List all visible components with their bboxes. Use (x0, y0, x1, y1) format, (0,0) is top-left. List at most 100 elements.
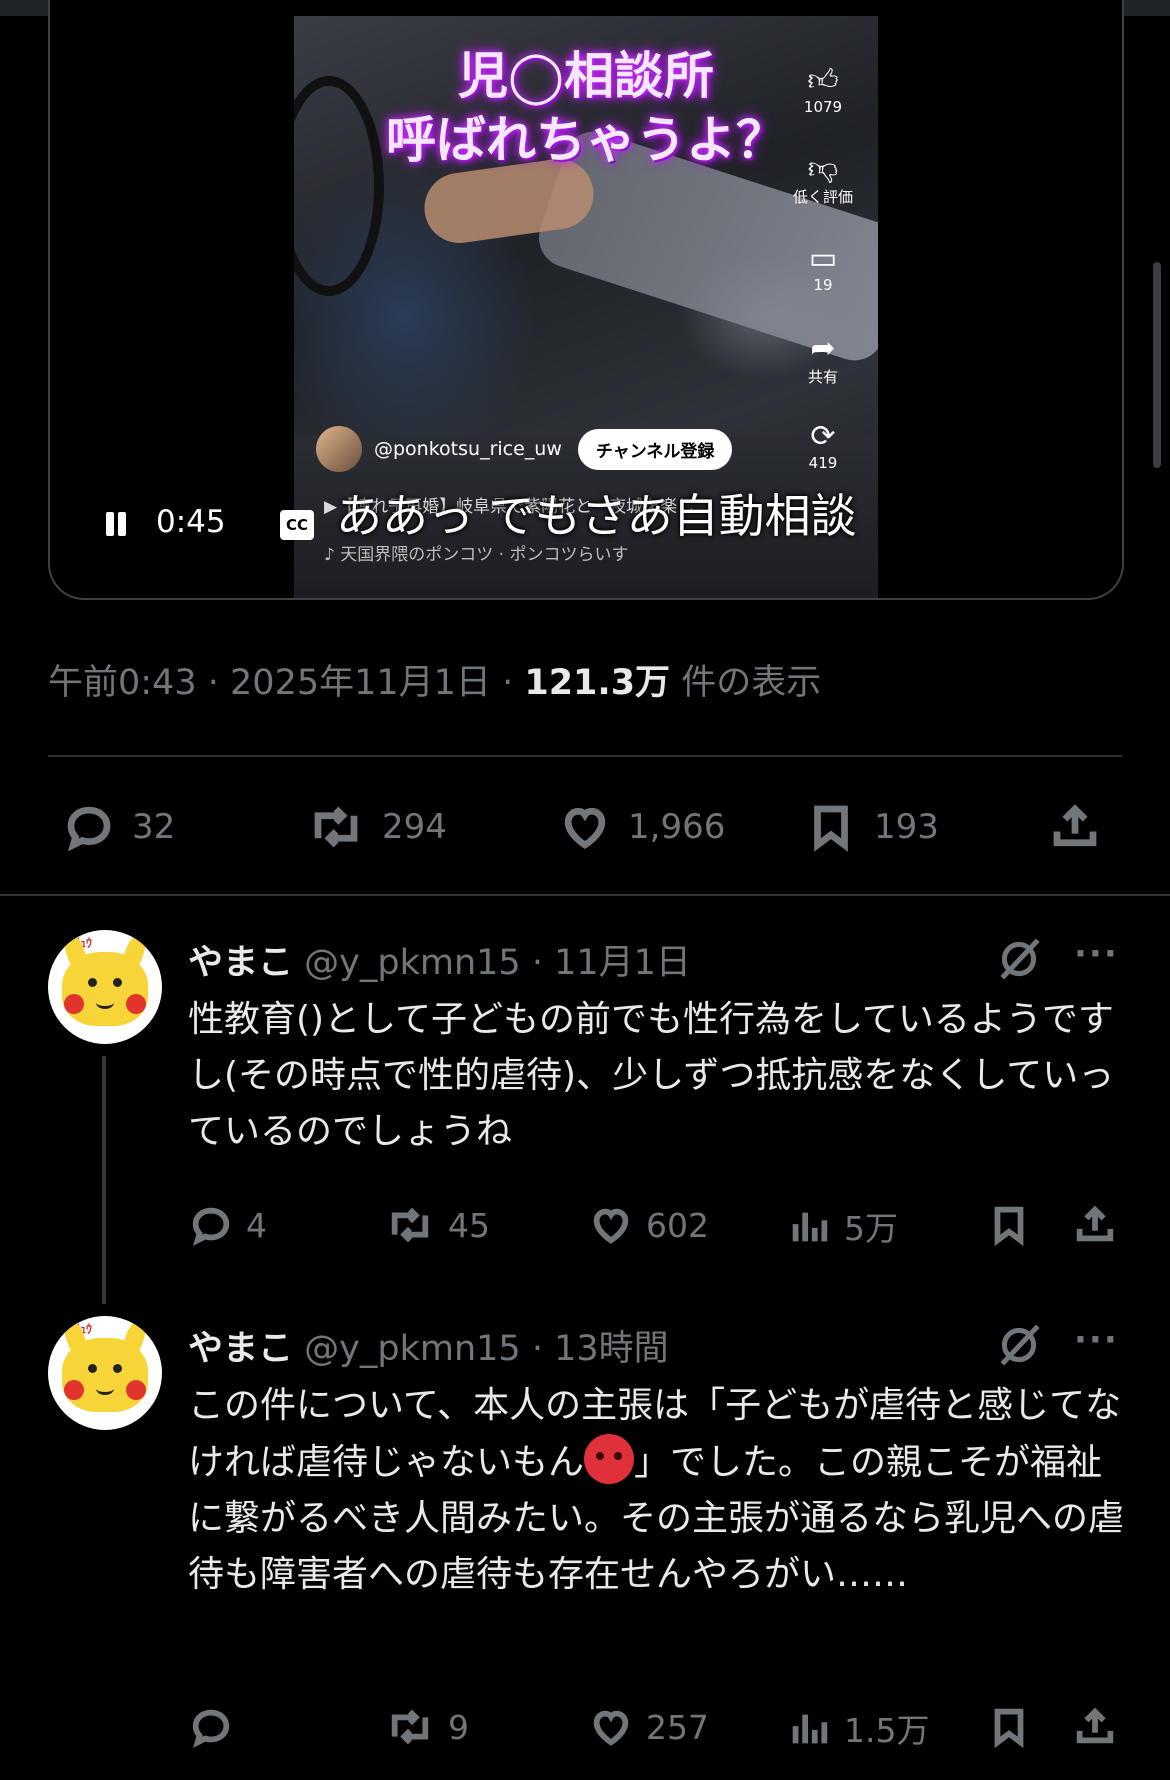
video-dislike: 👎︎ 低く評価 (788, 152, 858, 207)
share-icon (1076, 1707, 1114, 1744)
repost-button[interactable]: 294 (306, 800, 447, 854)
like-button[interactable]: 602 (588, 1202, 709, 1248)
reply-header: やまこ @y_pkmn15 · 13時間 (188, 1320, 669, 1371)
video-timecode: 0:45 (156, 504, 226, 540)
subscribe-badge: チャンネル登録 (577, 428, 733, 470)
bookmark-icon (814, 805, 848, 852)
share-button[interactable] (1072, 1202, 1118, 1248)
bookmark-count: 193 (874, 807, 939, 847)
grok-icon[interactable] (994, 1320, 1044, 1370)
angry-face-emoji-icon (584, 1434, 635, 1484)
video-comments: ▭ 19 (788, 241, 858, 295)
video-like-count: 1079 (803, 98, 843, 116)
more-options-button[interactable]: ··· (1074, 934, 1119, 974)
user-handle[interactable]: @y_pkmn15 (304, 1329, 521, 1369)
view-count: 121.3万 (524, 663, 671, 703)
view-count: 1.5万 (844, 1711, 930, 1750)
bookmark-button[interactable] (986, 1704, 1032, 1750)
grok-icon[interactable] (994, 934, 1044, 984)
video-remix-count: 419 (808, 454, 838, 472)
like-count: 602 (646, 1205, 709, 1245)
repost-button[interactable]: 9 (384, 1704, 469, 1750)
repost-icon (391, 1207, 429, 1243)
share-button[interactable] (1072, 1704, 1118, 1750)
more-options-button[interactable]: ··· (1074, 1320, 1119, 1360)
repost-count: 9 (448, 1707, 469, 1747)
view-count: 5万 (844, 1209, 898, 1248)
display-name[interactable]: やまこ (188, 1329, 293, 1369)
comment-icon: ▭ (808, 241, 838, 276)
post-metadata: 午前0:43 · 2025年11月1日 · 121.3万 件の表示 (48, 654, 821, 705)
reply-icon (67, 806, 111, 852)
bookmark-icon (994, 1206, 1024, 1247)
reply-time[interactable]: · 13時間 (532, 1329, 669, 1369)
post-date[interactable]: 2025年11月1日 (230, 663, 491, 703)
post-action-bar: 32 294 1,966 193 (62, 790, 1112, 860)
heart-icon (564, 807, 606, 849)
reply-button[interactable] (188, 1704, 246, 1750)
repost-button[interactable]: 45 (384, 1202, 490, 1248)
video-comment-count: 19 (813, 276, 833, 294)
reply-button[interactable]: 4 (188, 1202, 267, 1248)
share-arrow-icon: ➦ (810, 331, 836, 366)
thread-connector-line (102, 1056, 106, 1304)
reply-text: 性教育()として子どもの前でも性行為をしているようですし(その時点で性的虐待)、… (188, 999, 1115, 1152)
heart-icon (593, 1208, 629, 1244)
avatar[interactable]: ﾁｭｳ (48, 930, 162, 1044)
channel-handle: @ponkotsu_rice_uw (374, 438, 562, 460)
bookmark-button[interactable] (986, 1202, 1032, 1248)
share-button[interactable] (1048, 800, 1102, 854)
reply-button[interactable]: 32 (62, 800, 175, 854)
video-player[interactable]: 児◯相談所 呼ばれちゃうよ？ 👍︎ 1079 👎︎ 低く評価 ▭ 19 ➦ 共有… (48, 0, 1124, 600)
pause-icon-bar-right (118, 512, 126, 536)
video-caption: ああっ でもさあ自動相談 (336, 489, 857, 543)
bookmark-button[interactable]: 193 (804, 800, 939, 854)
divider (0, 894, 1170, 896)
pause-icon-bar-left (106, 512, 114, 536)
analytics-icon (792, 1212, 828, 1242)
repost-count: 45 (448, 1205, 490, 1245)
view-count-label: 件の表示 (681, 663, 822, 703)
pikachu-avatar-icon (60, 931, 150, 1026)
like-button[interactable]: 257 (588, 1704, 709, 1750)
thumbs-up-icon: 👍︎ (807, 63, 839, 98)
display-name[interactable]: やまこ (188, 943, 293, 983)
meta-separator: · (207, 663, 219, 703)
meta-separator: · (502, 663, 514, 703)
video-share: ➦ 共有 (788, 332, 858, 387)
remix-icon: ⟳ (810, 419, 836, 454)
reply-header: やまこ @y_pkmn15 · 11月1日 (188, 934, 691, 985)
views-button[interactable]: 5万 (786, 1202, 898, 1250)
like-count: 257 (646, 1707, 709, 1747)
share-icon (1076, 1205, 1114, 1242)
analytics-icon (792, 1714, 828, 1744)
pikachu-avatar-icon (60, 1317, 150, 1412)
reply-time[interactable]: · 11月1日 (532, 943, 691, 983)
scrollbar-thumb[interactable] (1153, 262, 1161, 468)
user-handle[interactable]: @y_pkmn15 (304, 943, 521, 983)
reply-icon (192, 1207, 230, 1246)
like-count: 1,966 (628, 807, 726, 847)
channel-avatar (316, 426, 362, 472)
reply-count: 32 (132, 807, 176, 847)
thumbs-down-icon: 👎︎ (807, 151, 839, 186)
video-dislike-label: 低く評価 (792, 188, 853, 206)
share-icon (1053, 804, 1097, 847)
video-remix: ⟳ 419 (788, 419, 858, 473)
repost-icon (391, 1709, 429, 1745)
pause-button[interactable] (102, 510, 130, 538)
video-share-label: 共有 (807, 368, 838, 386)
closed-captions-button[interactable]: CC (280, 510, 314, 540)
bookmark-icon (994, 1708, 1024, 1749)
heart-icon (593, 1710, 629, 1746)
like-button[interactable]: 1,966 (558, 800, 725, 854)
reply-text: この件について、本人の主張は「子どもが虐待と感じてなければ虐待じゃないもん 」でし… (188, 1378, 1128, 1603)
post-time[interactable]: 午前0:43 (48, 663, 197, 703)
repost-count: 294 (382, 807, 447, 847)
reply-icon (192, 1709, 230, 1748)
views-button[interactable]: 1.5万 (786, 1704, 929, 1752)
repost-icon (314, 806, 358, 848)
video-channel-row: @ponkotsu_rice_uw チャンネル登録 (316, 426, 733, 472)
avatar[interactable]: ﾁｭｳ (48, 1316, 162, 1430)
divider (48, 755, 1122, 757)
